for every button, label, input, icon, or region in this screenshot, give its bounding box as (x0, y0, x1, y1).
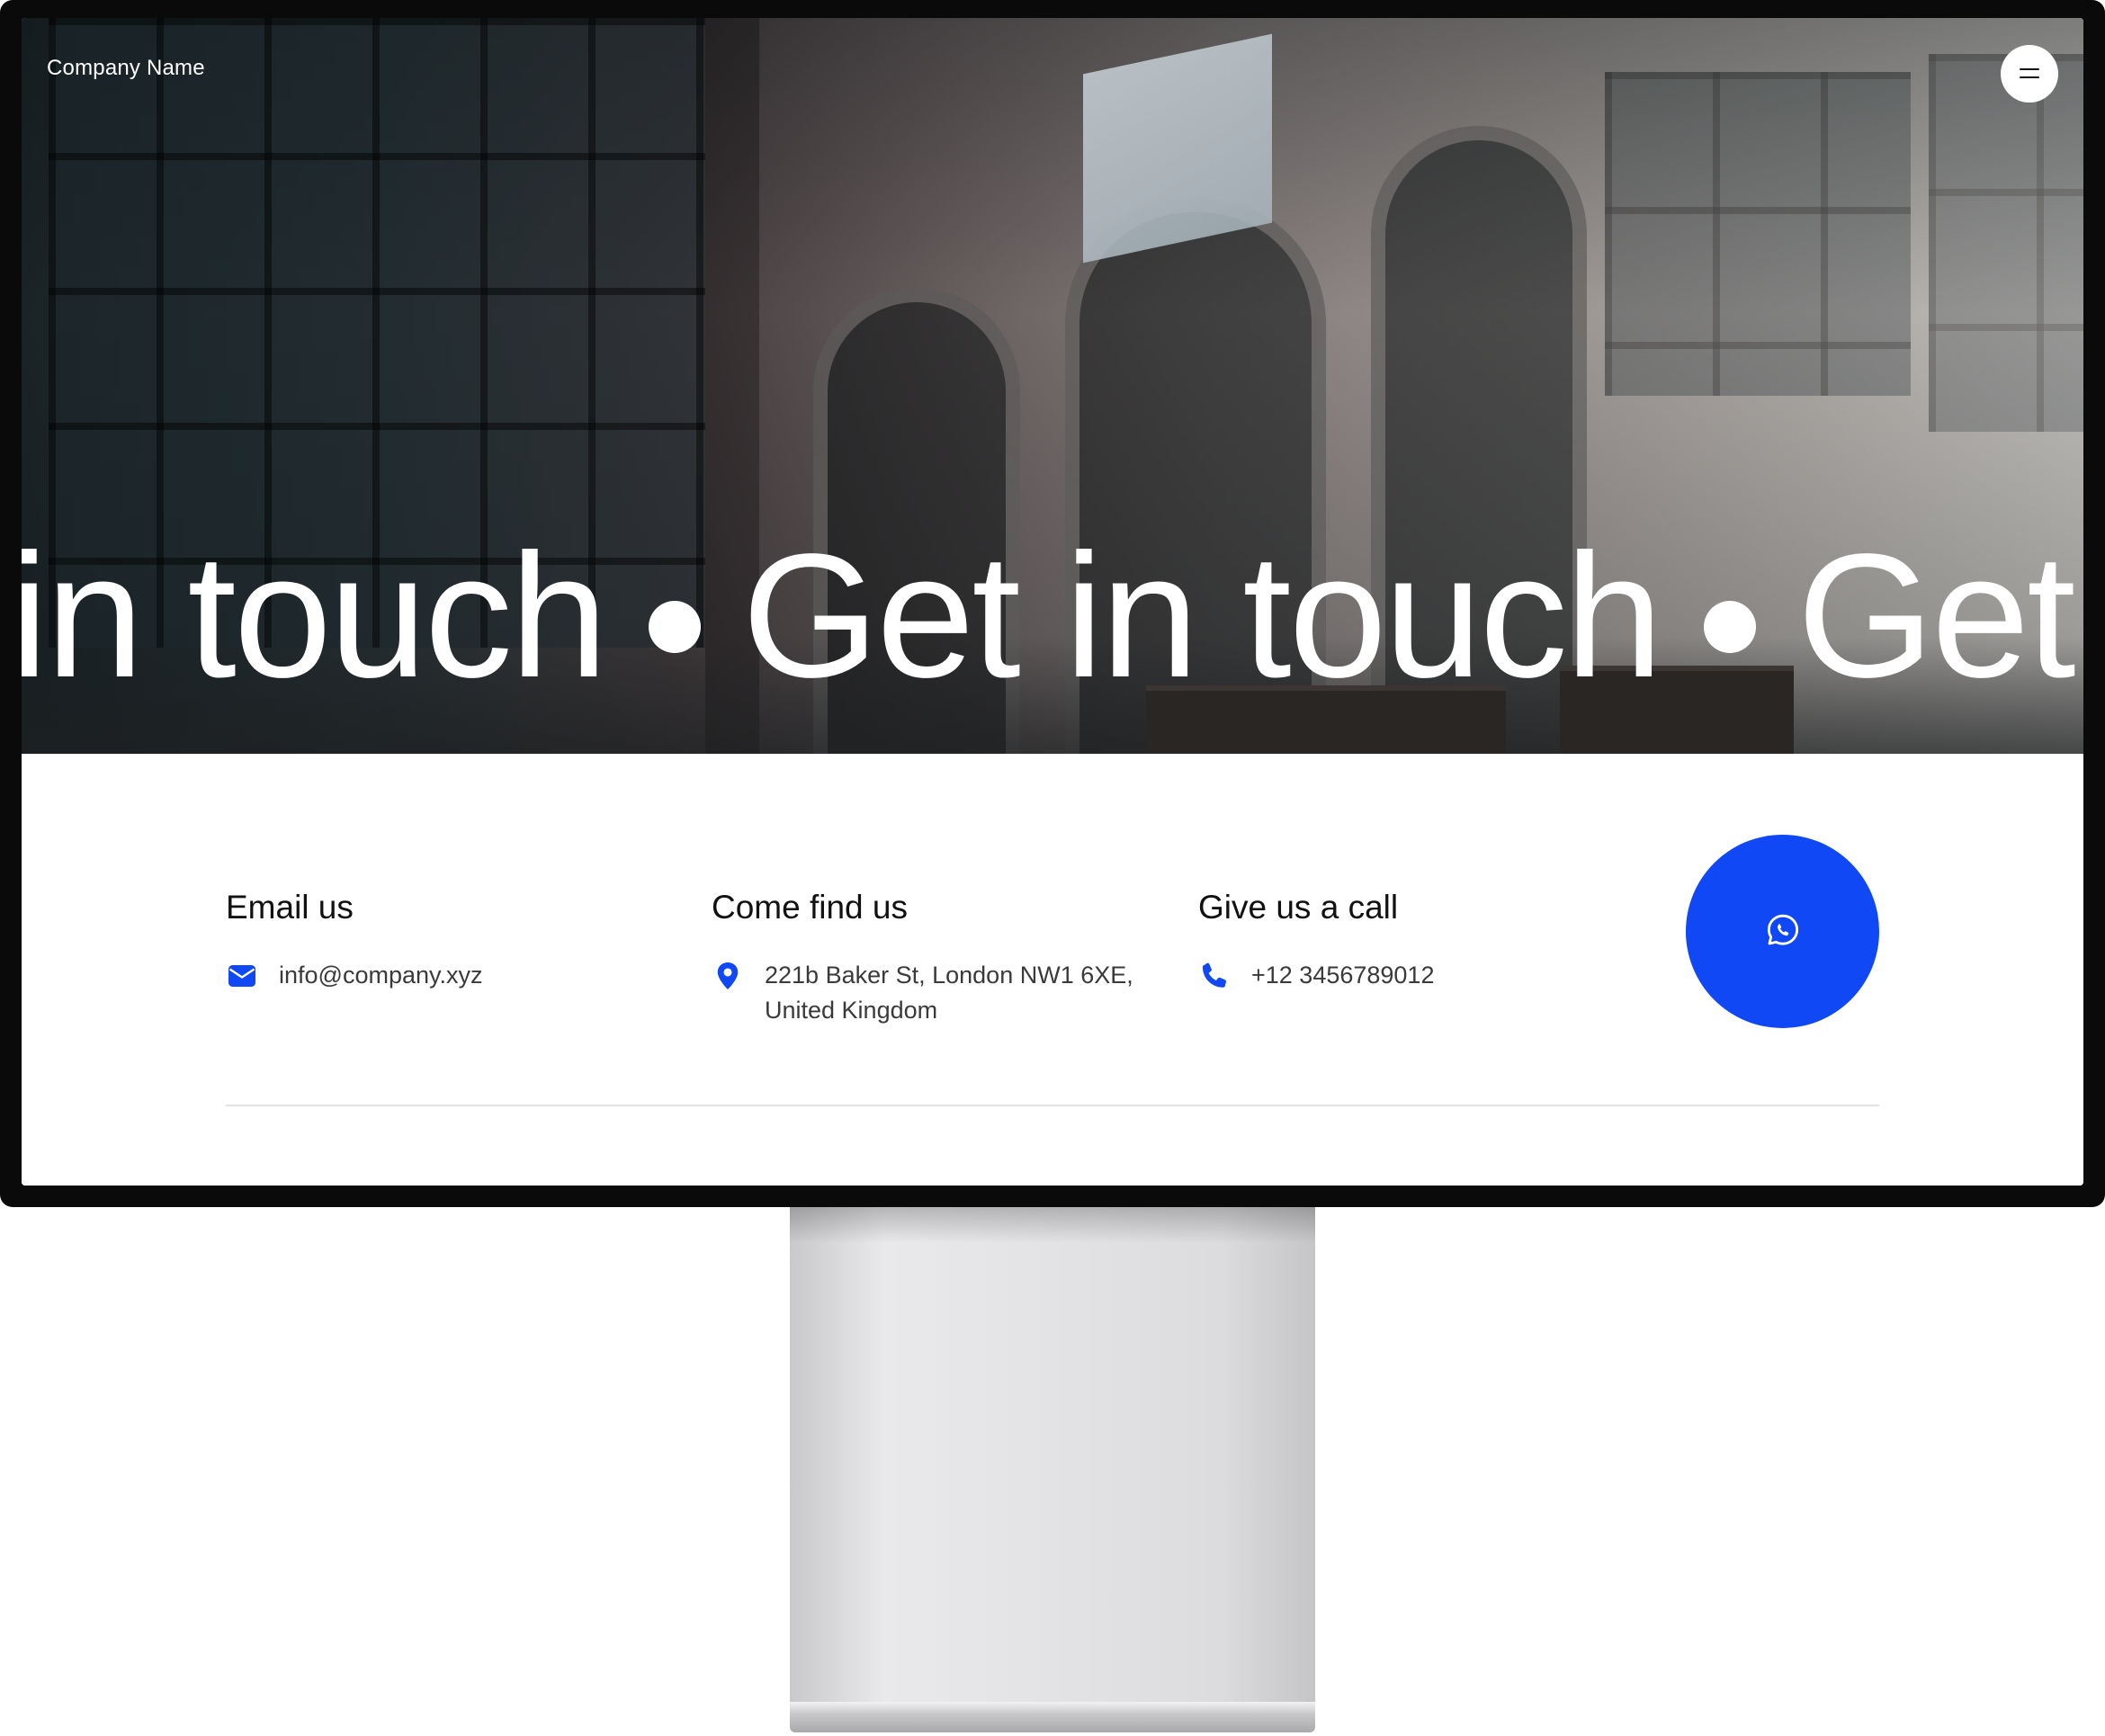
phone-link[interactable]: +12 3456789012 (1251, 958, 1434, 993)
monitor-stand-shadow (790, 1207, 1315, 1243)
address-text[interactable]: 221b Baker St, London NW1 6XE, United Ki… (765, 958, 1133, 1028)
bullet-dot-icon (648, 601, 701, 653)
envelope-icon (226, 960, 258, 992)
map-pin-icon (712, 960, 744, 992)
email-link[interactable]: info@company.xyz (279, 958, 483, 993)
address-line2: United Kingdom (765, 997, 938, 1024)
address-line1: 221b Baker St, London NW1 6XE, (765, 962, 1133, 989)
phone-title: Give us a call (1198, 889, 1399, 926)
screen: Company Name Get in touch Get in touch G… (22, 18, 2083, 1186)
hero-photo-upper-windows (1605, 72, 1911, 396)
marquee-text: Get in touch (1796, 517, 2083, 714)
section-divider (226, 1105, 1879, 1106)
whatsapp-icon (1765, 912, 1801, 951)
email-title: Email us (226, 889, 354, 926)
whatsapp-button[interactable] (1686, 835, 1879, 1028)
hero-section: Company Name Get in touch Get in touch G… (22, 18, 2083, 754)
get-in-touch-marquee: Get in touch Get in touch Get in touch (22, 522, 2083, 711)
location-title: Come find us (712, 889, 908, 926)
monitor-frame: Company Name Get in touch Get in touch G… (0, 0, 2105, 1207)
marquee-text: Get in touch (22, 517, 608, 714)
contact-section: Email us info@company.xyz Come find us 2… (22, 754, 2083, 1186)
hero-photo-flag (1083, 33, 1272, 264)
monitor-stand-base (790, 1702, 1315, 1732)
marquee-text: Get in touch (741, 517, 1663, 714)
hero-photo-upper-windows (1929, 54, 2083, 432)
phone-icon (1198, 960, 1231, 992)
menu-button[interactable] (2001, 45, 2058, 103)
monitor-stand (790, 1207, 1315, 1702)
company-name[interactable]: Company Name (47, 56, 205, 81)
bullet-dot-icon (1703, 601, 1756, 653)
